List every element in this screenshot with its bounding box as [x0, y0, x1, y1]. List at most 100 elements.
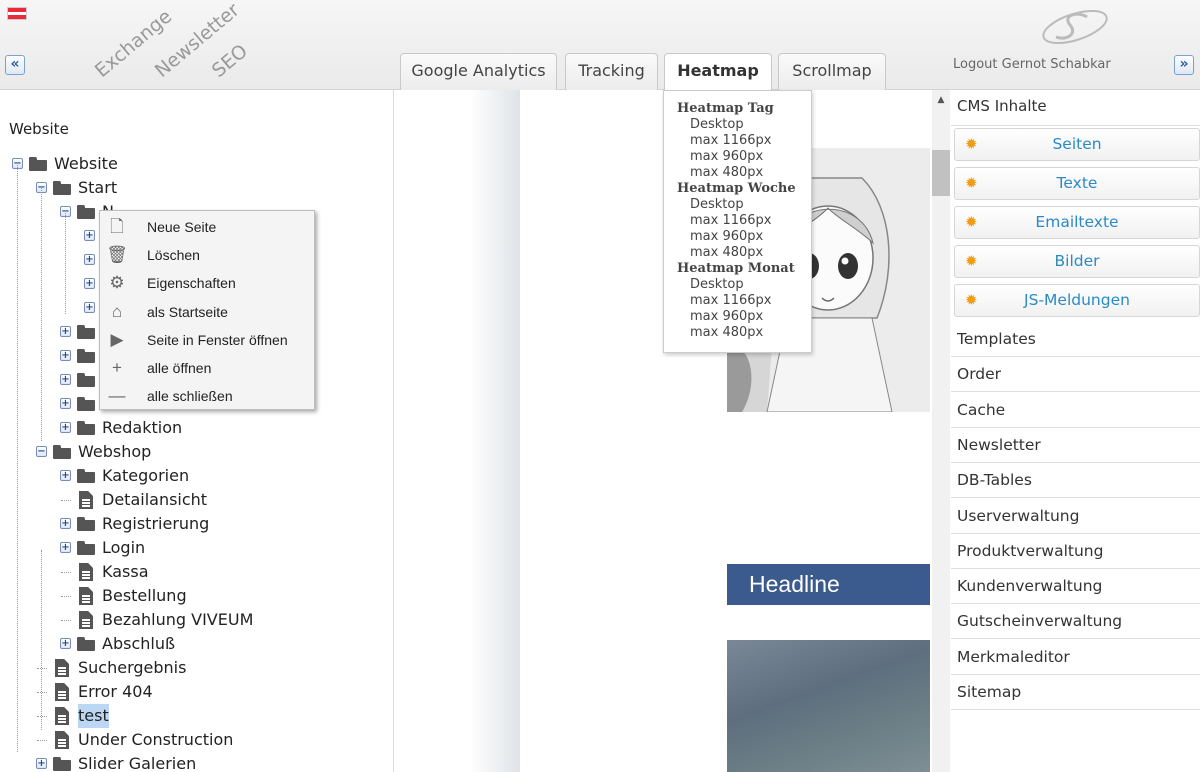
tree-label[interactable]: Abschluß — [102, 632, 175, 656]
heatmap-option[interactable]: max 960px — [690, 309, 763, 324]
heatmap-option[interactable]: max 1166px — [690, 133, 772, 148]
heatmap-option[interactable]: max 480px — [690, 245, 763, 260]
heatmap-option[interactable]: max 960px — [690, 229, 763, 244]
logout-link[interactable]: Logout Gernot Schabkar — [953, 57, 1111, 72]
tree-label[interactable]: Under Construction — [78, 728, 233, 752]
tree-row[interactable]: + Slider Galerien — [0, 752, 390, 772]
menu-item-templates[interactable]: Templates — [951, 322, 1200, 357]
tab-google-analytics[interactable]: Google Analytics — [400, 53, 557, 90]
menu-item-db-tables[interactable]: DB-Tables — [951, 463, 1200, 499]
tree-row[interactable]: + Login — [0, 536, 390, 560]
cms-button-bilder[interactable]: ✹ Bilder — [954, 245, 1200, 278]
cms-button-js-meldungen[interactable]: ✹ JS-Meldungen — [954, 284, 1200, 317]
tree-row[interactable]: Bestellung — [0, 584, 390, 608]
minus-icon: — — [108, 386, 126, 406]
tree-row[interactable]: test — [0, 704, 390, 728]
tree-label[interactable]: Slider Galerien — [78, 752, 196, 772]
tab-tracking[interactable]: Tracking — [565, 53, 658, 90]
menu-item-cache[interactable]: Cache — [951, 393, 1200, 428]
menu-item-merkmaleditor[interactable]: Merkmaleditor — [951, 640, 1200, 675]
context-item-alle-öffnen[interactable]: + alle öffnen — [100, 354, 314, 382]
preview-forest-image — [727, 640, 930, 772]
collapse-right-button[interactable]: » — [1174, 55, 1194, 75]
tree-row[interactable]: − Webshop — [0, 440, 390, 464]
tree-label[interactable]: Login — [102, 536, 145, 560]
slanted-tab-seo[interactable]: SEO — [208, 40, 252, 82]
expand-icon[interactable]: + — [60, 422, 71, 433]
menu-item-newsletter[interactable]: Newsletter — [951, 428, 1200, 463]
expand-icon[interactable]: + — [84, 254, 95, 265]
collapse-icon[interactable]: − — [36, 446, 47, 457]
tree-label[interactable]: test — [78, 704, 109, 728]
heatmap-option[interactable]: max 1166px — [690, 293, 772, 308]
tree-label[interactable]: Bestellung — [102, 584, 187, 608]
tree-row[interactable]: − Website — [0, 152, 390, 176]
preview-headline: Headline — [727, 564, 930, 605]
heatmap-option[interactable]: max 480px — [690, 165, 763, 180]
tree-row[interactable]: Kassa — [0, 560, 390, 584]
expand-icon[interactable]: + — [60, 350, 71, 361]
tab-scrollmap[interactable]: Scrollmap — [778, 53, 886, 90]
menu-item-sitemap[interactable]: Sitemap — [951, 675, 1200, 710]
tree-label[interactable]: Start — [78, 176, 117, 200]
menu-item-gutscheinverwaltung[interactable]: Gutscheinverwaltung — [951, 604, 1200, 640]
heatmap-option[interactable]: max 1166px — [690, 213, 772, 228]
tree-row[interactable]: + Abschluß — [0, 632, 390, 656]
expand-icon[interactable]: + — [84, 278, 95, 289]
tree-label[interactable]: Kategorien — [102, 464, 189, 488]
expand-icon[interactable]: + — [84, 302, 95, 313]
expand-icon[interactable]: + — [60, 374, 71, 385]
expand-icon[interactable]: + — [60, 470, 71, 481]
expand-icon[interactable]: + — [84, 230, 95, 241]
tree-row[interactable]: Bezahlung VIVEUM — [0, 608, 390, 632]
folder-icon — [53, 757, 71, 771]
menu-item-userverwaltung[interactable]: Userverwaltung — [951, 499, 1200, 534]
expand-icon[interactable]: + — [60, 518, 71, 529]
tree-row[interactable]: + Registrierung — [0, 512, 390, 536]
cms-button-texte[interactable]: ✹ Texte — [954, 167, 1200, 200]
tree-label[interactable]: Registrierung — [102, 512, 209, 536]
tree-label[interactable]: Kassa — [102, 560, 149, 584]
context-item-als-startseite[interactable]: ⌂ als Startseite — [100, 298, 314, 326]
expand-icon[interactable]: + — [60, 398, 71, 409]
heatmap-option[interactable]: Desktop — [690, 197, 744, 212]
tree-label[interactable]: Website — [54, 152, 118, 176]
tree-row[interactable]: Error 404 — [0, 680, 390, 704]
tree-label[interactable]: Webshop — [78, 440, 151, 464]
menu-item-kundenverwaltung[interactable]: Kundenverwaltung — [951, 569, 1200, 605]
tree-row[interactable]: + Redaktion — [0, 416, 390, 440]
tree-row[interactable]: Suchergebnis — [0, 656, 390, 680]
expand-icon[interactable]: + — [36, 758, 47, 769]
tree-row[interactable]: Detailansicht — [0, 488, 390, 512]
tree-label[interactable]: Error 404 — [78, 680, 153, 704]
tree-row[interactable]: − Start — [0, 176, 390, 200]
heatmap-option[interactable]: Desktop — [690, 277, 744, 292]
tree-label[interactable]: Detailansicht — [102, 488, 207, 512]
gear-icon: ✹ — [965, 213, 978, 231]
menu-item-order[interactable]: Order — [951, 357, 1200, 393]
context-item-alle-schließen[interactable]: — alle schließen — [100, 382, 314, 410]
scroll-up-arrow-icon[interactable]: ▲ — [932, 92, 950, 108]
expand-icon[interactable]: + — [60, 326, 71, 337]
menu-item-produktverwaltung[interactable]: Produktverwaltung — [951, 534, 1200, 569]
expand-icon[interactable]: + — [60, 542, 71, 553]
heatmap-group-heading: Heatmap Tag — [677, 101, 774, 116]
heatmap-option[interactable]: max 960px — [690, 149, 763, 164]
tree-row[interactable]: Under Construction — [0, 728, 390, 752]
tab-heatmap[interactable]: Heatmap — [664, 53, 772, 91]
scroll-thumb[interactable] — [932, 150, 950, 196]
context-item-löschen[interactable]: 🗑 Löschen — [100, 241, 314, 269]
tree-row[interactable]: + Kategorien — [0, 464, 390, 488]
cms-section-title[interactable]: CMS Inhalte — [957, 97, 1047, 115]
context-item-seite-in-fenster-öffnen[interactable]: ▶ Seite in Fenster öffnen — [100, 326, 314, 354]
expand-icon[interactable]: + — [60, 638, 71, 649]
context-item-neue-seite[interactable]: 🗋 Neue Seite — [100, 213, 314, 241]
tree-label[interactable]: Bezahlung VIVEUM — [102, 608, 253, 632]
context-item-eigenschaften[interactable]: ⚙ Eigenschaften — [100, 269, 314, 297]
tree-label[interactable]: Redaktion — [102, 416, 182, 440]
heatmap-option[interactable]: Desktop — [690, 117, 744, 132]
cms-button-seiten[interactable]: ✹ Seiten — [954, 128, 1200, 161]
cms-button-emailtexte[interactable]: ✹ Emailtexte — [954, 206, 1200, 239]
heatmap-option[interactable]: max 480px — [690, 325, 763, 340]
tree-label[interactable]: Suchergebnis — [78, 656, 186, 680]
